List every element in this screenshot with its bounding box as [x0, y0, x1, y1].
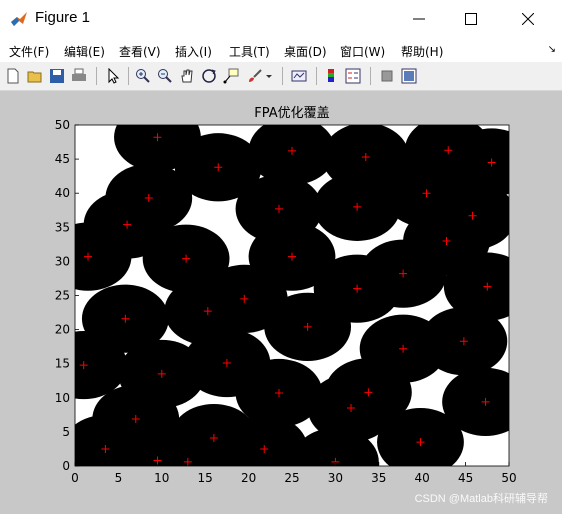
y-tick-label: 15: [55, 357, 70, 371]
toolbar-separator: [282, 67, 283, 85]
print-icon[interactable]: [70, 67, 88, 85]
figure-canvas[interactable]: 0 5 10 15 20 25 30 35 40 45 50 0 5 10 15 20 25 30 35 40 45 5…: [0, 91, 562, 514]
menu-edit[interactable]: 编辑(E): [64, 43, 105, 60]
y-tick-label: 5: [62, 425, 70, 439]
minimize-button[interactable]: [396, 0, 442, 38]
x-tick-label: 35: [371, 471, 386, 485]
y-tick-label: 50: [55, 118, 70, 132]
x-tick-label: 50: [501, 471, 516, 485]
close-icon: [522, 13, 534, 25]
legend-icon[interactable]: [344, 67, 362, 85]
menu-view[interactable]: 查看(V): [119, 43, 161, 60]
y-tick-label: 20: [55, 323, 70, 337]
y-tick-label: 10: [55, 391, 70, 405]
menu-window[interactable]: 窗口(W): [340, 43, 385, 60]
toolbar-separator: [316, 67, 317, 85]
toolbar-separator: [96, 67, 97, 85]
fpa-coverage-plot: 0 5 10 15 20 25 30 35 40 45 50 0 5 10 15 20 25 30 35 40 45 5…: [55, 106, 517, 485]
x-tick-label: 10: [154, 471, 169, 485]
y-tick-label: 0: [62, 459, 70, 473]
colorbar-icon[interactable]: [322, 67, 340, 85]
menu-overflow-icon[interactable]: ↘: [548, 44, 556, 55]
toolbar-separator: [370, 67, 371, 85]
x-tick-label: 0: [71, 471, 79, 485]
show-plot-tools-icon[interactable]: [400, 67, 418, 85]
figure-toolbar: [0, 62, 562, 91]
save-icon[interactable]: [48, 67, 66, 85]
x-tick-label: 25: [284, 471, 299, 485]
y-tick-label: 30: [55, 254, 70, 268]
window-title: Figure 1: [35, 9, 91, 26]
menu-help[interactable]: 帮助(H): [401, 43, 443, 60]
close-button[interactable]: [505, 0, 551, 38]
link-plot-icon[interactable]: [290, 67, 308, 85]
y-tick-label: 25: [55, 289, 70, 303]
menu-desktop[interactable]: 桌面(D): [284, 43, 327, 60]
data-cursor-icon[interactable]: [222, 67, 240, 85]
pan-hand-icon[interactable]: [178, 67, 196, 85]
zoom-in-icon[interactable]: [134, 67, 152, 85]
menu-tools[interactable]: 工具(T): [229, 43, 270, 60]
menu-bar: 文件(F) 编辑(E) 查看(V) 插入(I) 工具(T) 桌面(D) 窗口(W…: [0, 38, 562, 62]
menu-file[interactable]: 文件(F): [9, 43, 49, 60]
y-tick-label: 35: [55, 220, 70, 234]
maximize-button[interactable]: [448, 0, 494, 38]
edit-plot-arrow-icon[interactable]: [104, 67, 122, 85]
x-tick-label: 45: [458, 471, 473, 485]
menu-insert[interactable]: 插入(I): [175, 43, 212, 60]
new-figure-icon[interactable]: [4, 67, 22, 85]
chart-title: FPA优化覆盖: [254, 106, 329, 121]
maximize-icon: [465, 13, 477, 25]
x-tick-label: 40: [415, 471, 430, 485]
hide-plot-tools-icon[interactable]: [378, 67, 396, 85]
brush-dropdown-icon[interactable]: [264, 67, 274, 85]
watermark-text: CSDN @Matlab科研辅导帮: [414, 493, 548, 505]
x-tick-label: 20: [241, 471, 256, 485]
x-tick-label: 30: [328, 471, 343, 485]
matlab-logo-icon: [10, 10, 28, 28]
y-tick-label: 40: [55, 186, 70, 200]
y-tick-label: 45: [55, 152, 70, 166]
rotate-3d-icon[interactable]: [200, 67, 218, 85]
toolbar-separator: [128, 67, 129, 85]
brush-icon[interactable]: [246, 67, 264, 85]
zoom-out-icon[interactable]: [156, 67, 174, 85]
x-tick-label: 5: [115, 471, 123, 485]
window-title-bar[interactable]: Figure 1: [0, 0, 562, 38]
open-file-icon[interactable]: [26, 67, 44, 85]
x-tick-label: 15: [198, 471, 213, 485]
minimize-icon: [413, 18, 425, 20]
